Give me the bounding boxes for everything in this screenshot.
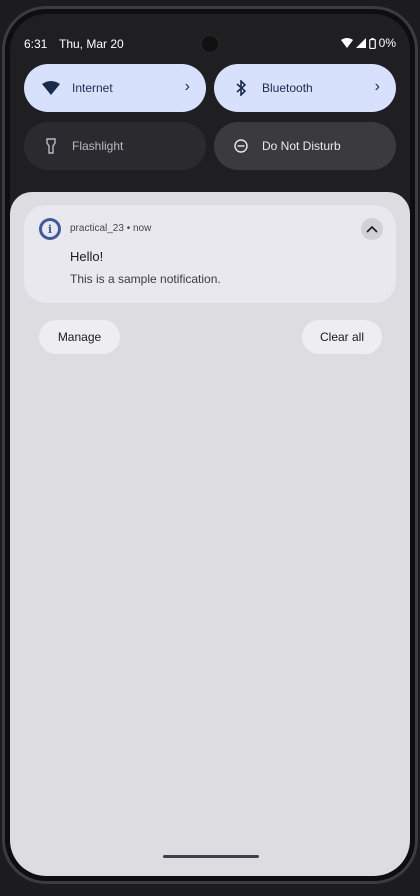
device-frame: 6:31 Thu, Mar 20 0% Internet › Bluetooth… bbox=[0, 0, 420, 896]
notification-title: Hello! bbox=[70, 249, 104, 264]
tile-dnd-label: Do Not Disturb bbox=[262, 139, 341, 153]
chevron-up-icon bbox=[366, 225, 378, 233]
cell-signal-icon bbox=[355, 38, 366, 48]
notification-header: practical_23 • now bbox=[70, 223, 151, 234]
tile-bluetooth-label: Bluetooth bbox=[262, 81, 313, 95]
status-icons: 0% bbox=[340, 36, 396, 50]
tile-internet-label: Internet bbox=[72, 81, 113, 95]
clear-all-button[interactable]: Clear all bbox=[302, 320, 382, 354]
tile-flashlight[interactable]: Flashlight bbox=[24, 122, 206, 170]
battery-percent: 0% bbox=[378, 36, 396, 50]
wifi-icon bbox=[40, 77, 62, 99]
do-not-disturb-icon bbox=[230, 135, 252, 157]
bluetooth-icon bbox=[230, 77, 252, 99]
tile-do-not-disturb[interactable]: Do Not Disturb bbox=[214, 122, 396, 170]
collapse-button[interactable] bbox=[361, 218, 383, 240]
info-icon: i bbox=[39, 218, 61, 240]
notification-text: This is a sample notification. bbox=[70, 272, 221, 286]
manage-button[interactable]: Manage bbox=[39, 320, 120, 354]
notification-time: now bbox=[132, 223, 152, 234]
gesture-handle[interactable] bbox=[163, 855, 259, 858]
tile-bluetooth[interactable]: Bluetooth › bbox=[214, 64, 396, 112]
tile-internet[interactable]: Internet › bbox=[24, 64, 206, 112]
tile-flashlight-label: Flashlight bbox=[72, 139, 124, 153]
battery-icon bbox=[368, 37, 376, 49]
chevron-right-icon: › bbox=[374, 78, 380, 95]
status-date: Thu, Mar 20 bbox=[59, 37, 124, 51]
screen: 6:31 Thu, Mar 20 0% Internet › Bluetooth… bbox=[10, 14, 410, 876]
notification-shade: i practical_23 • now Hello! This is a sa… bbox=[10, 192, 410, 876]
flashlight-icon bbox=[40, 135, 62, 157]
chevron-right-icon: › bbox=[184, 78, 190, 95]
wifi-icon bbox=[340, 38, 353, 48]
notification-app-name: practical_23 bbox=[70, 223, 124, 234]
front-camera bbox=[199, 33, 221, 55]
notification-card[interactable]: i practical_23 • now Hello! This is a sa… bbox=[24, 205, 396, 303]
status-time: 6:31 bbox=[24, 37, 48, 51]
